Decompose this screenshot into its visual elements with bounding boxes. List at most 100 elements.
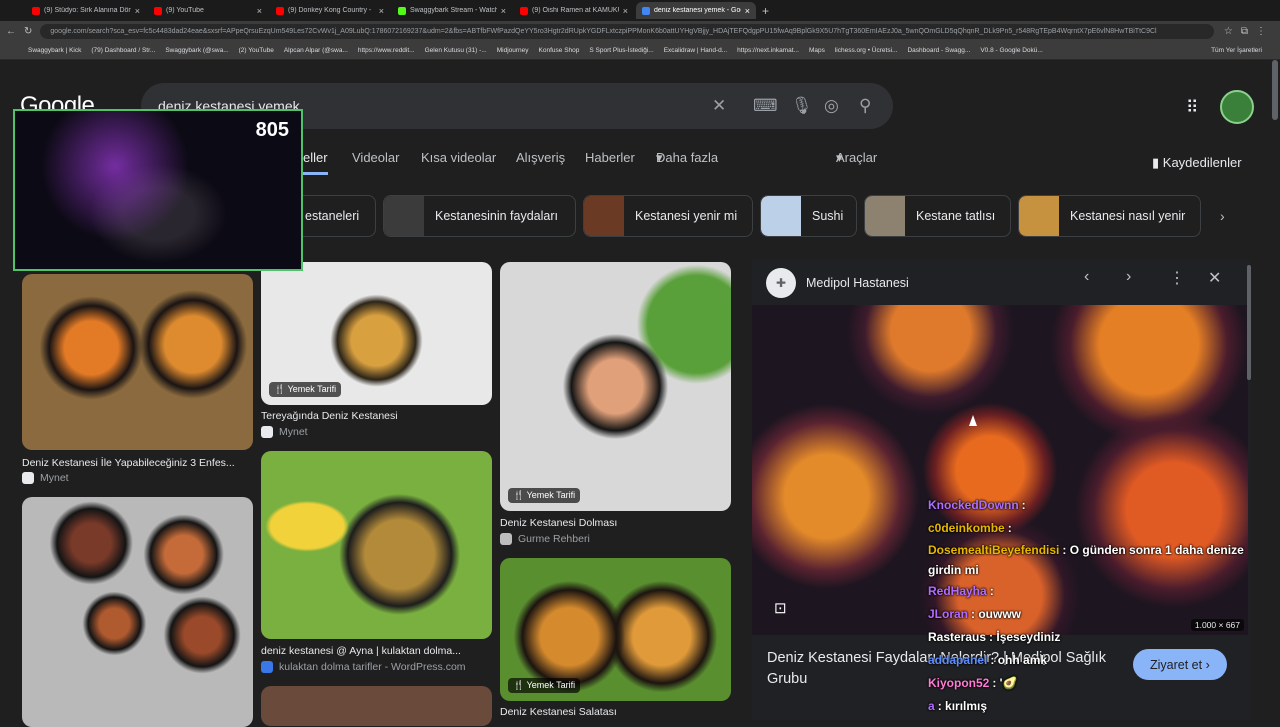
page-scrollbar[interactable] [1272,60,1278,120]
tab-short-videos[interactable]: Kısa videolar [421,150,496,165]
clear-icon[interactable]: ✕ [712,96,726,116]
recipe-badge: 🍴 Yemek Tarifi [269,382,342,397]
bookmark-item[interactable]: Dashboard - Swagg... [907,47,970,54]
result-image[interactable]: 🍴 Yemek Tarifi [500,262,731,511]
tab-images[interactable]: eller [303,150,328,175]
browser-tab[interactable]: (9) Stüdyo: Sirk Alanına Döndü :(× [26,2,146,19]
bookmark-item[interactable]: Maps [809,47,825,54]
back-icon[interactable]: ← [6,26,16,37]
result-image[interactable] [22,497,253,727]
suggestion-chip[interactable]: Kestanesi nasıl yenir [1018,195,1201,237]
bookmark-item[interactable]: lichess.org • Ücretsi... [835,47,898,54]
result-source[interactable]: Mynet [261,426,308,438]
chevron-right-icon[interactable]: › [1220,208,1225,224]
bookmark-item[interactable]: Excalidraw | Hand-d... [664,47,727,54]
browser-tab[interactable]: (9) Donkey Kong Country - × [270,2,390,19]
close-tab-icon[interactable]: × [379,6,384,16]
bookmark-item[interactable]: Alpcan Alpar (@swa... [284,47,348,54]
panel-scrollbar[interactable] [1247,265,1251,380]
result-image[interactable] [261,686,492,726]
chip-thumbnail [584,196,624,236]
chat-user: KnockedDownn [928,498,1019,512]
browser-tab-active[interactable]: deniz kestanesi yemek - Google × [636,2,756,19]
tab-videos[interactable]: Videolar [352,150,399,165]
result-title[interactable]: Deniz Kestanesi İle Yapabileceğiniz 3 En… [22,457,253,469]
chat-user: Kiyopon52 [928,676,990,690]
bookmark-star-icon[interactable]: ☆ [1224,26,1233,37]
chat-text: : [1021,498,1026,512]
close-icon[interactable]: ✕ [1208,268,1221,288]
close-tab-icon[interactable]: × [135,6,140,16]
bookmark-item[interactable]: V0.8 - Google Dokü... [980,47,1043,54]
chat-message: DosemealtiBeyefendisi: O günden sonra 1 … [928,540,1268,580]
suggestion-chip[interactable]: Sushi [760,195,857,237]
browser-tab[interactable]: (9) YouTube × [148,2,268,19]
close-tab-icon[interactable]: × [501,6,506,16]
chip-thumbnail [384,196,424,236]
avatar[interactable] [1220,90,1254,124]
apps-grid-icon[interactable]: ⠿ [1186,98,1198,118]
bookmark-item[interactable]: Swaggybark (@swa... [165,47,228,54]
suggestion-chip[interactable]: Kestanesi yenir mi [583,195,753,237]
more-options-icon[interactable]: ⋮ [1169,268,1185,288]
saved-button[interactable]: ▮ Kaydedilenler [1152,155,1242,171]
fork-knife-icon: 🍴 [513,490,525,500]
result-title[interactable]: Deniz Kestanesi Dolması [500,517,731,529]
bookmark-item[interactable]: Gelen Kutusu (31) -... [425,47,487,54]
bookmark-item[interactable]: https://www.reddit... [358,47,415,54]
tab-more-label: Daha fazla [656,150,719,165]
result-title[interactable]: deniz kestanesi @ Ayna | kulaktan dolma.… [261,645,492,657]
tab-title: (9) Donkey Kong Country - [288,7,372,14]
lens-icon[interactable]: ◎ [824,96,839,116]
close-tab-icon[interactable]: × [745,6,750,16]
reload-icon[interactable]: ↻ [24,26,32,37]
bookmark-item[interactable]: Konfuse Shop [539,47,580,54]
suggestion-chip[interactable]: Kestane tatlısı [864,195,1011,237]
bookmark-item[interactable]: Swaggybark | Kick [28,47,81,54]
chevron-right-icon[interactable]: › [1126,268,1131,286]
bookmark-item[interactable]: https://next.inkamat... [737,47,799,54]
all-bookmarks[interactable]: Tüm Yer İşaretleri [1211,47,1262,54]
search-icon[interactable]: ⚲ [859,96,871,116]
result-source[interactable]: Mynet [22,472,69,484]
result-image[interactable]: 🍴 Yemek Tarifi [500,558,731,701]
address-bar-row: ← ↻ google.com/search?sca_esv=fc5c4483da… [0,21,1280,42]
microphone-icon[interactable]: 🎙 [791,96,813,116]
result-title[interactable]: Deniz Kestanesi Salatası [500,706,731,718]
result-image[interactable] [22,274,253,450]
close-tab-icon[interactable]: × [257,6,262,16]
result-image[interactable]: 🍴 Yemek Tarifi [261,262,492,405]
suggestion-chip[interactable]: Kestanesinin faydaları [383,195,576,237]
result-image[interactable] [261,451,492,639]
result-source[interactable]: kulaktan dolma tarifler - WordPress.com [261,661,466,673]
result-source[interactable]: Gurme Rehberi [500,533,590,545]
chevron-left-icon[interactable]: ‹ [1084,268,1089,286]
chip-label: estaneleri [305,209,360,223]
bookmark-item[interactable]: Midjourney [497,47,529,54]
saved-label: Kaydedilenler [1162,155,1242,170]
keyboard-icon[interactable]: ⌨ [753,96,778,116]
panel-header[interactable]: ✚ Medipol Hastanesi [766,268,909,298]
bookmark-item[interactable]: S Sport Plus-İstediği... [589,47,653,54]
extensions-icon[interactable]: ⧉ [1241,26,1248,37]
chat-user: c0deinkombe [928,521,1005,535]
close-tab-icon[interactable]: × [623,6,628,16]
new-tab-button[interactable]: + [762,4,769,18]
tab-news[interactable]: Haberler [585,150,635,165]
result-title[interactable]: Tereyağında Deniz Kestanesi [261,410,492,422]
url-text: google.com/search?sca_esv=fc5c4483dad24e… [50,28,1157,35]
chat-message: RedHayha: [928,580,1268,603]
browser-tab[interactable]: (9) Oishi Ramen at KAMUKURA × [514,2,634,19]
bookmark-item[interactable]: (2) YouTube [239,47,274,54]
chat-message: KnockedDownn: [928,494,1268,517]
tab-shopping[interactable]: Alışveriş [516,150,565,165]
tab-strip: (9) Stüdyo: Sirk Alanına Döndü :(× (9) Y… [0,0,1280,21]
chat-text: : [989,584,994,598]
lens-search-icon[interactable]: ⊡ [774,599,787,617]
menu-icon[interactable]: ⋮ [1256,26,1266,37]
chip-label: Kestanesi yenir mi [635,209,738,223]
source-label: Gurme Rehberi [518,533,590,545]
url-field[interactable]: google.com/search?sca_esv=fc5c4483dad24e… [40,24,1214,39]
bookmark-item[interactable]: (79) Dashboard / Str... [91,47,155,54]
browser-tab[interactable]: Swaggybark Stream - Watch Live × [392,2,512,19]
